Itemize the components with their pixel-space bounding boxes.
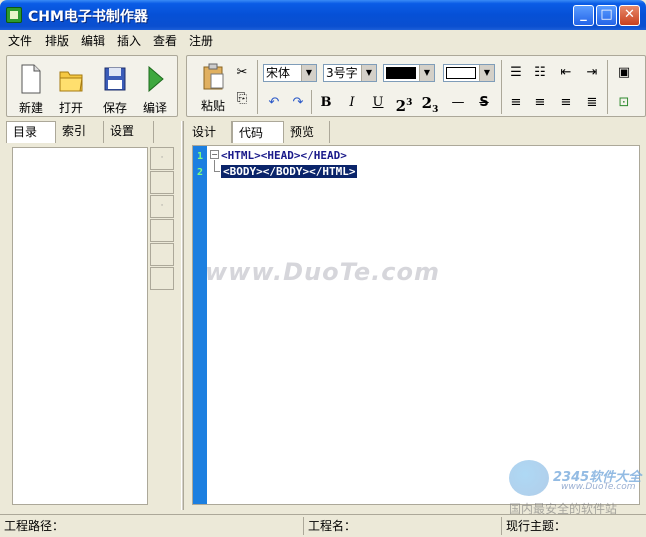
menu-bar: 文件 排版 编辑 插入 查看 注册 [0, 30, 646, 50]
toc-tree[interactable] [12, 147, 148, 505]
new-file-icon [21, 64, 41, 94]
edit-toolbar: 粘贴 ✂ ⎘ 宋体 ▼ 3号字 ▼ ▼ ▼ ☰ ☷ ⇤ ⇥ ▣ ↶ ↷ B I U … [186, 55, 646, 117]
mascot-icon [509, 460, 549, 496]
code-line-selected[interactable]: <BODY></BODY></HTML> [221, 165, 358, 178]
right-panel: 设计 代码 预览 1 2 − <HTML><HEAD></HEAD> <BODY… [186, 121, 646, 510]
insert-object-icon[interactable]: ⊡ [613, 92, 635, 114]
line-number: 2 [196, 167, 204, 178]
superscript-button[interactable]: 23 [393, 92, 415, 115]
code-line[interactable]: <HTML><HEAD></HEAD> [221, 149, 347, 162]
compile-button[interactable]: 编译 [135, 62, 175, 115]
bold-button[interactable]: B [315, 92, 337, 114]
align-left-icon[interactable]: ≡ [505, 92, 527, 114]
status-project-path: 工程路径： [0, 517, 304, 535]
close-button[interactable]: ✕ [619, 5, 640, 26]
font-color-select[interactable]: ▼ [383, 64, 435, 82]
folder-icon [59, 71, 83, 92]
code-editor[interactable]: 1 2 − <HTML><HEAD></HEAD> <BODY></BODY><… [192, 145, 640, 505]
subscript-button[interactable]: 23 [419, 92, 441, 115]
play-icon [148, 65, 164, 93]
status-bar: 工程路径： 工程名： 现行主题： [0, 514, 646, 537]
chevron-down-icon: ▼ [479, 65, 494, 81]
fold-collapse-icon[interactable]: − [210, 150, 219, 159]
tree-side-button-6[interactable] [150, 267, 174, 290]
fold-line [214, 171, 220, 172]
minimize-button[interactable]: _ [573, 5, 594, 26]
line-number-gutter [193, 146, 207, 504]
chevron-down-icon: ▼ [301, 65, 316, 81]
menu-view[interactable]: 查看 [153, 32, 177, 49]
menu-register[interactable]: 注册 [189, 32, 213, 49]
status-project-name: 工程名： [304, 517, 502, 535]
indent-icon[interactable]: ⇥ [581, 62, 603, 84]
underline-button[interactable]: U [367, 92, 389, 114]
tab-settings[interactable]: 设置 [104, 121, 154, 143]
toolbar-area: 新建 打开 保存 编译 粘贴 ✂ ⎘ 宋体 ▼ 3号字 ▼ ▼ ▼ ☰ ☷ ⇤ … [0, 51, 646, 119]
justify-icon[interactable]: ≣ [581, 92, 603, 114]
menu-layout[interactable]: 排版 [45, 32, 69, 49]
clipboard-icon [203, 63, 224, 90]
strike-button[interactable]: S [473, 92, 495, 114]
save-button[interactable]: 保存 [95, 62, 135, 115]
color-swatch [386, 67, 416, 79]
title-bar[interactable]: CHM电子书制作器 _ □ ✕ [0, 0, 646, 30]
outdent-icon[interactable]: ⇤ [555, 62, 577, 84]
bullet-list-icon[interactable]: ☷ [529, 62, 551, 84]
tab-index[interactable]: 索引 [56, 121, 104, 143]
logo-watermark: 2345软件大全 www.DuoTe.com 国内最安全的软件站 [505, 460, 645, 516]
status-current-theme: 现行主题： [506, 519, 567, 533]
cut-icon[interactable]: ✂ [231, 62, 253, 84]
paste-button[interactable]: 粘贴 [193, 60, 233, 113]
menu-insert[interactable]: 插入 [117, 32, 141, 49]
site-watermark: www.DuoTe.com [205, 258, 440, 286]
undo-icon[interactable]: ↶ [263, 92, 285, 114]
floppy-icon [104, 67, 126, 91]
left-panel: 目录 索引 设置 · · [6, 121, 180, 510]
italic-button[interactable]: I [341, 92, 363, 114]
redo-icon[interactable]: ↷ [287, 92, 309, 114]
maximize-button[interactable]: □ [596, 5, 617, 26]
tab-preview[interactable]: 预览 [284, 121, 330, 143]
horizontal-rule-button[interactable]: — [447, 92, 469, 114]
font-select[interactable]: 宋体 ▼ [263, 64, 317, 82]
menu-edit[interactable]: 编辑 [81, 32, 105, 49]
image-icon[interactable]: ▣ [613, 62, 635, 84]
window-title: CHM电子书制作器 [28, 9, 148, 25]
copy-icon[interactable]: ⎘ [231, 88, 253, 110]
tree-side-button-2[interactable] [150, 171, 174, 194]
tree-side-button-1[interactable]: · [150, 147, 174, 170]
tab-code[interactable]: 代码 [232, 121, 284, 143]
open-button[interactable]: 打开 [51, 62, 91, 115]
panel-splitter[interactable] [181, 121, 184, 510]
bg-color-select[interactable]: ▼ [443, 64, 495, 82]
chevron-down-icon: ▼ [361, 65, 376, 81]
app-icon [6, 7, 22, 23]
font-size-select[interactable]: 3号字 ▼ [323, 64, 377, 82]
line-number: 1 [196, 151, 204, 162]
align-center-icon[interactable]: ≡ [529, 92, 551, 114]
align-right-icon[interactable]: ≡ [555, 92, 577, 114]
color-swatch [446, 67, 476, 79]
numbered-list-icon[interactable]: ☰ [505, 62, 527, 84]
tree-side-button-3[interactable]: · [150, 195, 174, 218]
tab-design[interactable]: 设计 [186, 121, 232, 143]
file-toolbar: 新建 打开 保存 编译 [6, 55, 178, 117]
menu-file[interactable]: 文件 [8, 32, 32, 49]
tree-side-button-5[interactable] [150, 243, 174, 266]
tree-side-button-4[interactable] [150, 219, 174, 242]
chevron-down-icon: ▼ [419, 65, 434, 81]
new-button[interactable]: 新建 [11, 62, 51, 115]
tab-contents[interactable]: 目录 [6, 121, 56, 143]
